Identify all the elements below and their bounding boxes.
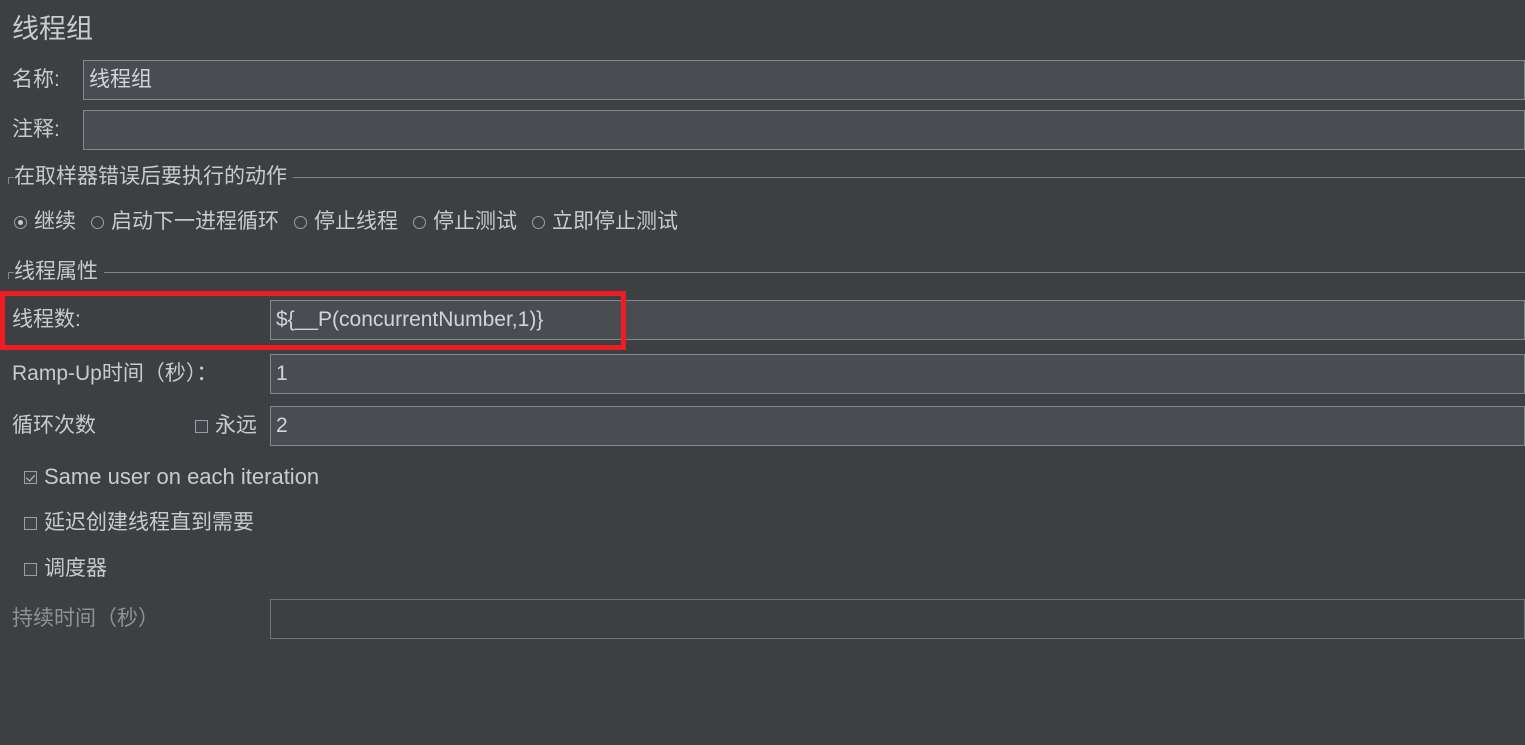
loop-count-row: 循环次数 永远 2 [0,406,1525,446]
radio-continue-label: 继续 [34,210,76,233]
error-action-group-header: 在取样器错误后要执行的动作 [8,165,1525,189]
radio-selected-icon [14,215,27,229]
forever-checkbox-label: 永远 [215,414,257,437]
thread-properties-group-header: 线程属性 [8,260,1525,284]
comment-label: 注释: [12,118,60,141]
radio-continue[interactable]: 继续 [14,205,76,239]
radio-stop-test-now[interactable]: 立即停止测试 [532,205,678,239]
radio-unselected-icon [413,215,426,229]
delay-thread-creation-label: 延迟创建线程直到需要 [44,511,254,534]
radio-start-next-loop[interactable]: 启动下一进程循环 [91,205,279,239]
scheduler-checkbox[interactable]: 调度器 [24,552,107,586]
checkbox-unchecked-icon [24,562,37,576]
radio-start-next-loop-label: 启动下一进程循环 [111,210,279,233]
radio-stop-test[interactable]: 停止测试 [413,205,517,239]
error-action-group-title: 在取样器错误后要执行的动作 [14,165,293,189]
error-action-radio-group: 继续 启动下一进程循环 停止线程 停止测试 立即停止测试 [14,205,693,239]
duration-label: 持续时间（秒） [12,607,159,630]
thread-count-row: 线程数: ${__P(concurrentNumber,1)} [0,300,1525,340]
thread-properties-group-title: 线程属性 [14,260,104,284]
thread-count-input[interactable]: ${__P(concurrentNumber,1)} [270,300,1525,340]
comment-row: 注释: [0,110,1525,150]
scheduler-label: 调度器 [44,557,107,580]
ramp-up-label: Ramp-Up时间（秒）： [12,362,218,385]
name-row: 名称: 线程组 [0,60,1525,100]
same-user-checkbox[interactable]: Same user on each iteration [24,460,319,494]
radio-unselected-icon [91,215,104,229]
checkbox-unchecked-icon [24,516,37,530]
duration-row: 持续时间（秒） [0,599,1525,639]
delay-thread-creation-checkbox[interactable]: 延迟创建线程直到需要 [24,506,254,540]
radio-unselected-icon [294,215,307,229]
comment-input[interactable] [83,110,1525,150]
radio-stop-thread[interactable]: 停止线程 [294,205,398,239]
loop-count-input[interactable]: 2 [270,406,1525,446]
checkbox-checked-icon [24,470,37,484]
name-label: 名称: [12,68,60,91]
loop-count-label: 循环次数 [12,414,96,437]
ramp-up-input[interactable]: 1 [270,354,1525,394]
group-border-tick [8,272,9,279]
thread-count-label: 线程数: [12,308,81,331]
name-input[interactable]: 线程组 [83,60,1525,100]
radio-stop-test-now-label: 立即停止测试 [552,210,678,233]
ramp-up-row: Ramp-Up时间（秒）： 1 [0,354,1525,394]
group-border-line [8,272,1525,273]
same-user-checkbox-label: Same user on each iteration [44,464,320,489]
radio-unselected-icon [532,215,545,229]
radio-stop-thread-label: 停止线程 [314,210,398,233]
group-border-tick [8,177,9,184]
forever-checkbox[interactable]: 永远 [195,406,257,446]
page-title: 线程组 [12,14,93,44]
duration-input[interactable] [270,599,1525,639]
radio-stop-test-label: 停止测试 [433,210,517,233]
checkbox-unchecked-icon [195,419,208,433]
